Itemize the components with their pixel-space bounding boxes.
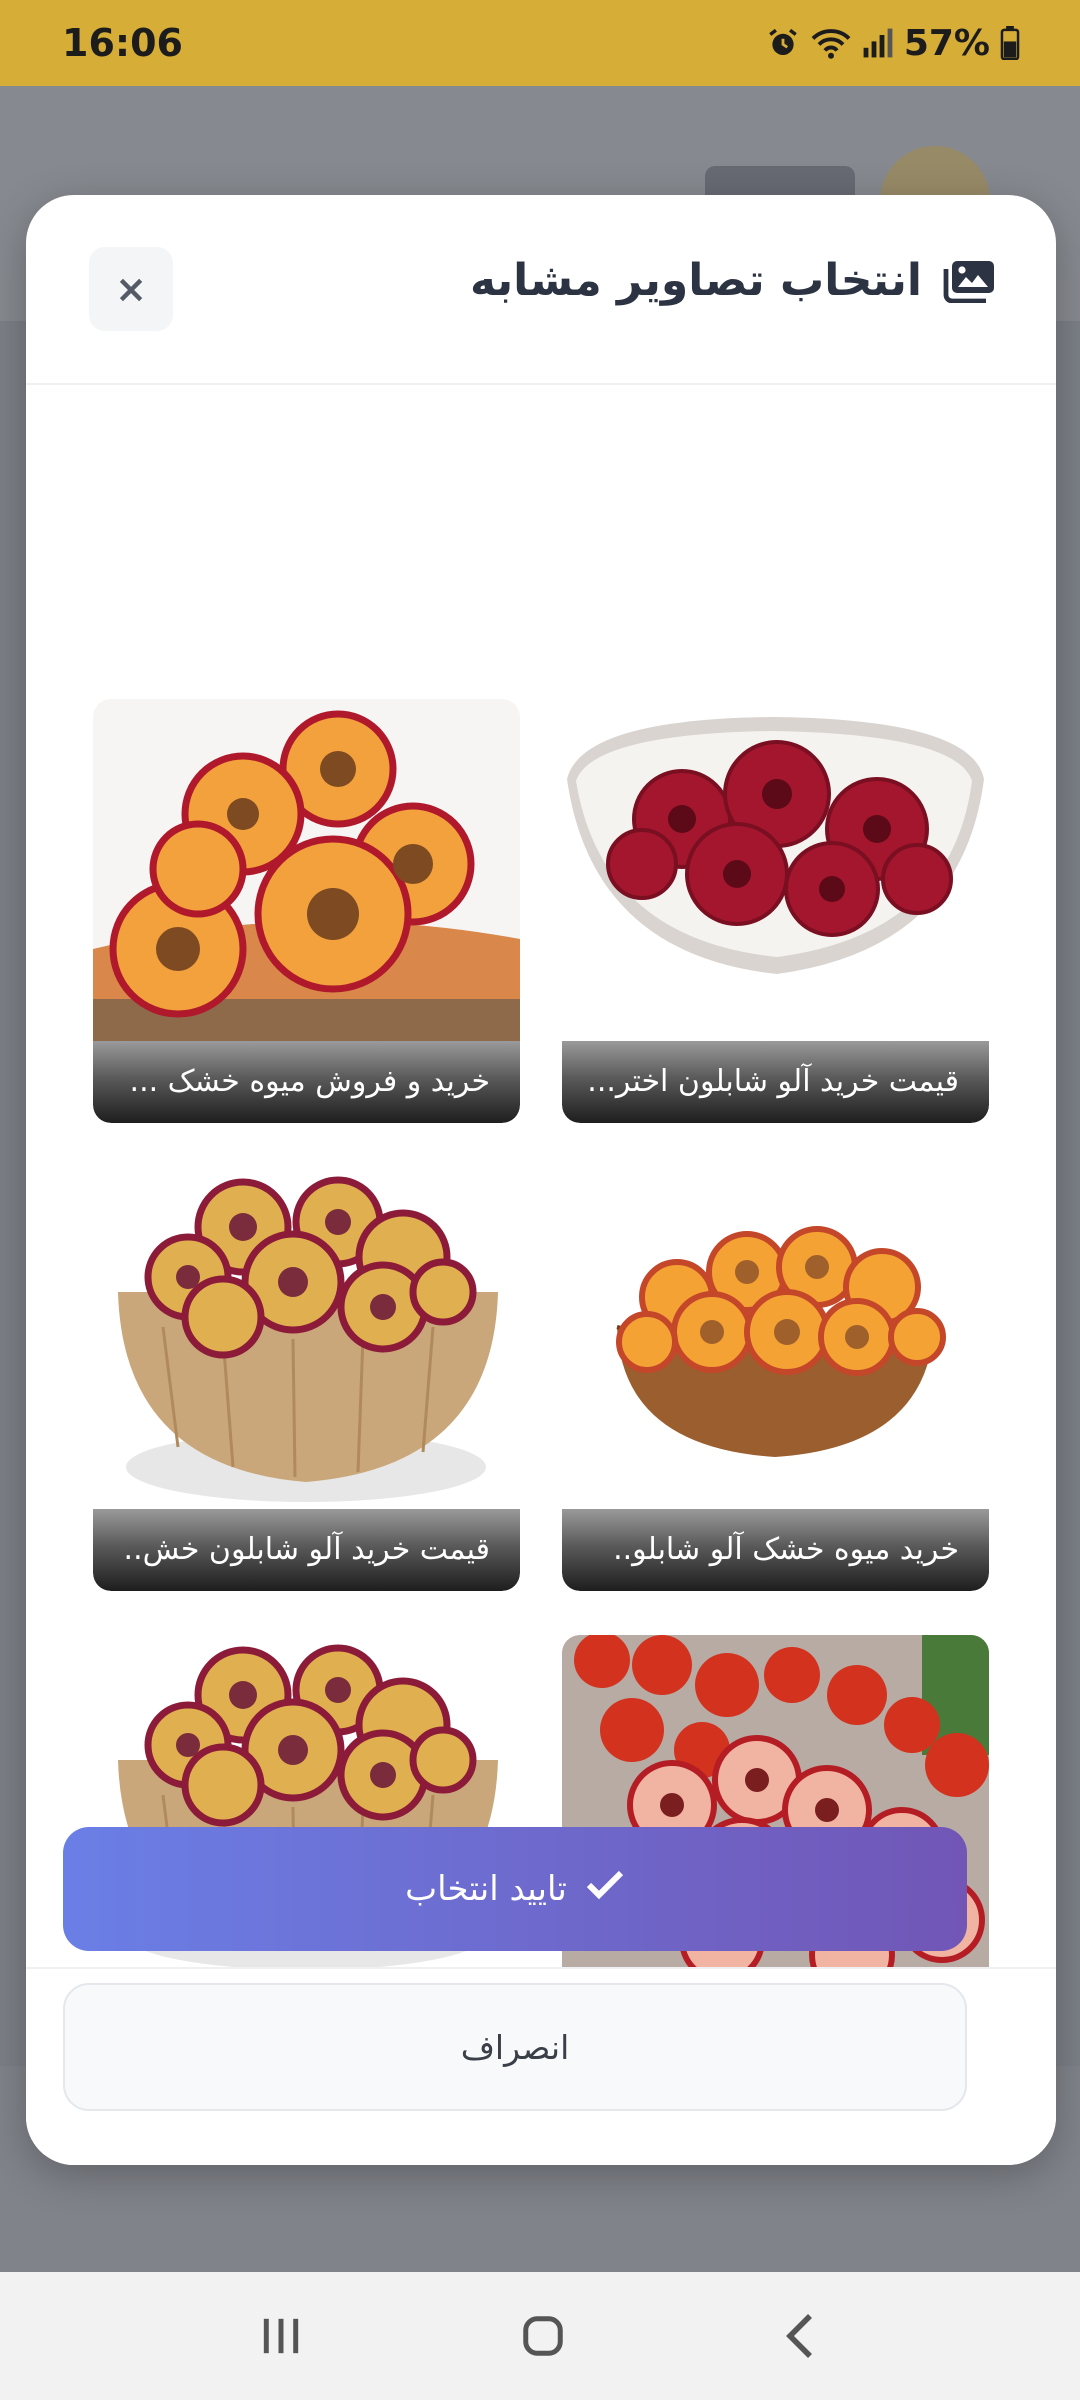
card-caption: خرید و فروش میوه خشک ... bbox=[93, 1041, 520, 1123]
modal-body[interactable]: قیمت خرید آلو شابلون اختر... خرید و فروش… bbox=[26, 387, 1056, 1967]
recent-apps-icon[interactable] bbox=[258, 2315, 304, 2357]
status-icons: 57% bbox=[766, 23, 1020, 64]
home-icon[interactable] bbox=[520, 2313, 566, 2359]
image-card[interactable]: قیمت خرید آلو شابلون اختر... bbox=[562, 699, 989, 1123]
modal-title-text: انتخاب تصاویر مشابه bbox=[469, 255, 922, 306]
modal-header: انتخاب تصاویر مشابه × bbox=[26, 195, 1056, 385]
status-time: 16:06 bbox=[62, 21, 183, 65]
checkmark-icon bbox=[585, 1869, 625, 1910]
alarm-icon bbox=[766, 26, 800, 60]
modal-title: انتخاب تصاویر مشابه bbox=[470, 255, 996, 306]
cancel-button[interactable]: انصراف bbox=[63, 1983, 967, 2111]
close-button[interactable]: × bbox=[89, 247, 173, 331]
card-caption: قیمت خرید آلو شابلون خش.. bbox=[93, 1509, 520, 1591]
images-icon bbox=[940, 259, 996, 303]
confirm-selection-button[interactable]: تایید انتخاب bbox=[63, 1827, 967, 1951]
battery-icon bbox=[1000, 26, 1020, 60]
image-card[interactable]: خرید میوه خشک آلو شابلو.. bbox=[562, 1167, 989, 1591]
card-caption: قیمت خرید آلو شابلون اختر... bbox=[562, 1041, 989, 1123]
battery-percentage: 57% bbox=[903, 22, 990, 64]
image-card[interactable]: قیمت خرید آلو شابلون خش.. bbox=[93, 1167, 520, 1591]
system-nav-bar bbox=[0, 2272, 1080, 2400]
status-bar: 16:06 57% bbox=[0, 0, 1080, 86]
image-card[interactable]: خرید و فروش میوه خشک ... bbox=[93, 699, 520, 1123]
signal-icon bbox=[862, 27, 894, 59]
wifi-icon bbox=[810, 26, 852, 60]
cancel-label: انصراف bbox=[460, 2027, 570, 2067]
close-icon: × bbox=[115, 267, 147, 311]
card-caption: خرید میوه خشک آلو شابلو.. bbox=[562, 1509, 989, 1591]
confirm-selection-label: تایید انتخاب bbox=[405, 1869, 567, 1909]
back-icon[interactable] bbox=[782, 2312, 822, 2360]
